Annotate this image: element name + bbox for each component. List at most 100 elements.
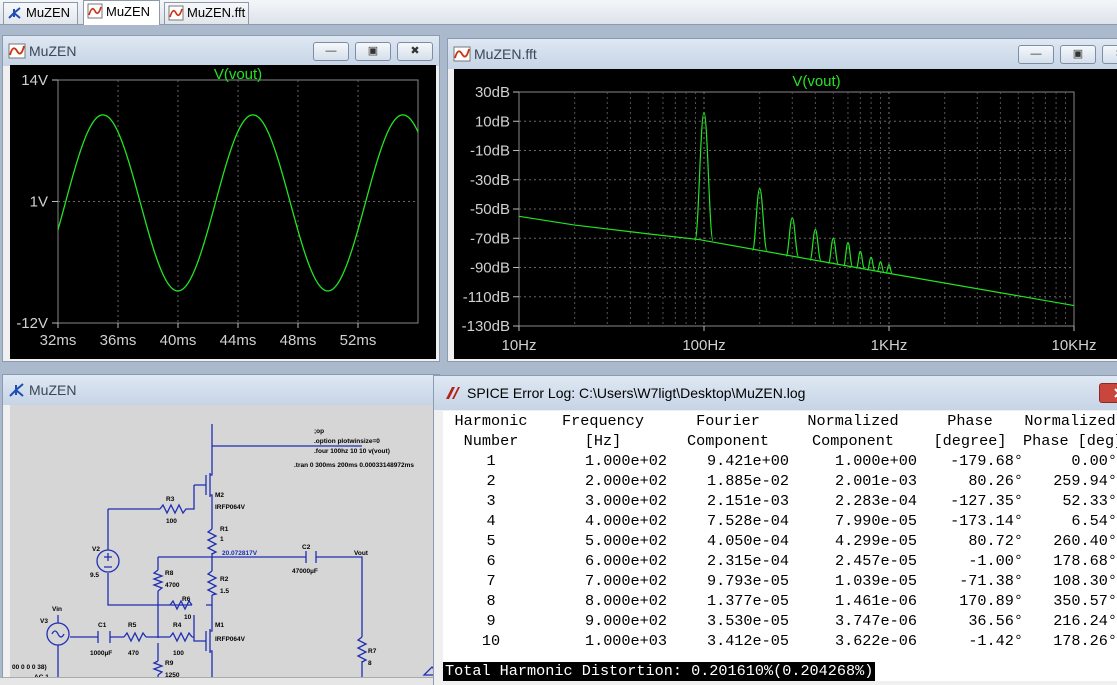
x-tick-label: 10KHz	[1051, 337, 1096, 354]
component-value: 8	[368, 660, 372, 667]
spice-directive: .four 100hz 10 10 v(vout)	[314, 448, 390, 455]
horizontal-scrollbar[interactable]	[0, 677, 433, 685]
spice-log-window[interactable]: SPICE Error Log: C:\Users\W7ligt\Desktop…	[433, 375, 1117, 685]
log-cell: 36.56°	[968, 612, 1023, 630]
component-value: 100	[173, 650, 184, 657]
log-data-row: 3 3.000e+02 2.151e-03 2.283e-04 -127.35° 52.3…	[443, 491, 1117, 511]
tab-schematic-muzen[interactable]: MuZEN	[3, 2, 78, 24]
log-header-row: Number [Hz] Component Component [degree] Phas…	[443, 431, 1117, 451]
log-cell: -71.38°	[959, 572, 1023, 590]
y-tick-label: 14V	[21, 72, 48, 89]
fft-window[interactable]: MuZEN.fft — ▣ ✖ 10Hz100Hz1KHz10KHz30dB10…	[447, 38, 1117, 362]
close-button[interactable]: ✖	[1102, 45, 1117, 64]
schematic-window[interactable]: MuZEN ;op .option plotwinsize=0 .four 10…	[2, 374, 440, 685]
fft-window-titlebar[interactable]: MuZEN.fft — ▣ ✖	[448, 39, 1117, 69]
log-cell: 3.622e-06	[834, 632, 917, 650]
y-tick-label: 30dB	[475, 84, 510, 101]
log-cell: 3.412e-05	[706, 632, 789, 650]
log-cell: Frequency	[561, 412, 645, 430]
thd-result-line[interactable]: Total Harmonic Distortion: 0.201610%(0.2…	[443, 662, 876, 681]
log-cell: 80.26°	[968, 472, 1023, 490]
close-button[interactable]: ✖	[397, 42, 433, 61]
x-tick-label: 100Hz	[682, 337, 725, 354]
log-cell: 1.377e-05	[706, 592, 789, 610]
resistor-r4	[169, 631, 193, 643]
component-value: 9.5	[90, 572, 99, 579]
component-value: 470	[128, 650, 139, 657]
log-cell: 4.299e-05	[834, 532, 917, 550]
x-tick-label: 32ms	[40, 332, 77, 349]
maximize-button[interactable]: ▣	[355, 42, 391, 61]
log-data-row: 7 7.000e+02 9.793e-05 1.039e-05 -71.38° 108.3…	[443, 571, 1117, 591]
log-cell: 7.990e-05	[834, 512, 917, 530]
log-cell: Normalized	[807, 412, 899, 430]
spice-directive: .tran 0 300ms 200ms 0.00033148972ms	[294, 462, 414, 469]
schematic-icon	[8, 7, 21, 19]
log-data-row: 4 4.000e+02 7.528e-04 7.990e-05 -173.14° 6.54…	[443, 511, 1117, 531]
time-plot-pane[interactable]: 32ms 36ms 40ms 44ms 48ms 52ms 14V 1V -12V V(vout)	[10, 65, 436, 359]
log-cell: 5.000e+02	[584, 532, 667, 550]
log-cell: 9.000e+02	[584, 612, 667, 630]
minimize-button[interactable]: —	[313, 42, 349, 61]
component-label: M2	[215, 492, 224, 499]
log-cell: Fourier	[696, 412, 760, 430]
capacitor-c2	[305, 551, 317, 563]
tab-waveform-muzen-fft[interactable]: MuZEN.fft	[164, 2, 249, 24]
schematic-canvas[interactable]: ;op .option plotwinsize=0 .four 100hz 10…	[10, 405, 440, 685]
component-label: R9	[165, 660, 174, 667]
y-tick-label: -50dB	[470, 201, 510, 218]
waveform-window-titlebar[interactable]: MuZEN — ▣ ✖	[3, 36, 439, 66]
log-cell: Normalized	[1024, 412, 1116, 430]
schematic-drawing[interactable]: ;op .option plotwinsize=0 .four 100hz 10…	[10, 405, 440, 685]
log-cell: Component	[811, 432, 895, 450]
y-tick-label: -10dB	[470, 143, 510, 160]
y-tick-label: -90dB	[470, 260, 510, 277]
component-label: C2	[302, 544, 311, 551]
close-button[interactable]	[1099, 383, 1117, 403]
log-text-area[interactable]: Harmonic Frequency Fourier Normalized Phase N…	[443, 411, 1117, 681]
log-cell: 7	[486, 572, 496, 590]
window-title: MuZEN.fft	[474, 46, 537, 62]
log-cell: 6.54°	[1071, 512, 1117, 530]
trace-label: V(vout)	[214, 66, 262, 83]
component-label: R1	[220, 526, 229, 533]
net-label-vin: Vin	[52, 606, 62, 613]
minimize-button[interactable]: —	[1018, 45, 1054, 64]
fft-noise-floor-trace	[518, 215, 1075, 307]
y-tick-label: -130dB	[462, 318, 510, 335]
component-value: 47000µF	[292, 568, 318, 575]
component-value: 1000µF	[90, 650, 112, 657]
log-cell: 3.747e-06	[834, 612, 917, 630]
component-value: 00 0 0 0 38)	[12, 664, 47, 671]
waveform-icon	[8, 43, 26, 59]
log-data-row: 1 1.000e+02 9.421e+00 1.000e+00 -179.68° 0.00…	[443, 451, 1117, 471]
tab-label: MuZEN.fft	[187, 5, 246, 20]
log-cell: Phase [deg]	[1023, 432, 1117, 450]
log-cell: 8	[486, 592, 496, 610]
log-cell: 1.039e-05	[834, 572, 917, 590]
tab-waveform-muzen[interactable]: MuZEN	[83, 0, 160, 25]
resistor-r8	[152, 569, 164, 592]
wire-v2-bottom	[107, 573, 192, 606]
log-cell: 4.000e+02	[584, 512, 667, 530]
fft-plot-pane[interactable]: 10Hz 100Hz 1KHz 10KHz 30dB 10dB -10dB -30dB -50d…	[454, 69, 1117, 359]
resistor-r5	[123, 631, 147, 643]
maximize-button[interactable]: ▣	[1060, 45, 1096, 64]
log-cell: 9.793e-05	[706, 572, 789, 590]
waveform-window[interactable]: MuZEN — ▣ ✖ 32ms 36ms 40ms 44ms 48ms 52ms 14V 1…	[2, 35, 440, 362]
log-cell: 9	[486, 612, 496, 630]
log-cell: 3	[486, 492, 496, 510]
fft-chart[interactable]: 10Hz 100Hz 1KHz 10KHz 30dB 10dB -10dB -30dB -50d…	[454, 69, 1117, 359]
log-cell: 178.68°	[1053, 552, 1117, 570]
log-cell: Harmonic	[454, 412, 528, 430]
schematic-window-titlebar[interactable]: MuZEN	[3, 375, 439, 405]
tab-label: MuZEN	[26, 5, 71, 20]
time-domain-chart[interactable]: 32ms 36ms 40ms 44ms 48ms 52ms 14V 1V -12V V(vout)	[10, 65, 436, 359]
resistor-r3	[159, 503, 188, 515]
waveform-icon	[168, 5, 184, 21]
log-data-row: 5 5.000e+02 4.050e-04 4.299e-05 80.72° 260.40…	[443, 531, 1117, 551]
resistor-r7	[356, 636, 368, 663]
log-window-titlebar[interactable]: SPICE Error Log: C:\Users\W7ligt\Desktop…	[434, 376, 1117, 410]
component-label: R5	[128, 622, 137, 629]
log-cell: Component	[686, 432, 770, 450]
